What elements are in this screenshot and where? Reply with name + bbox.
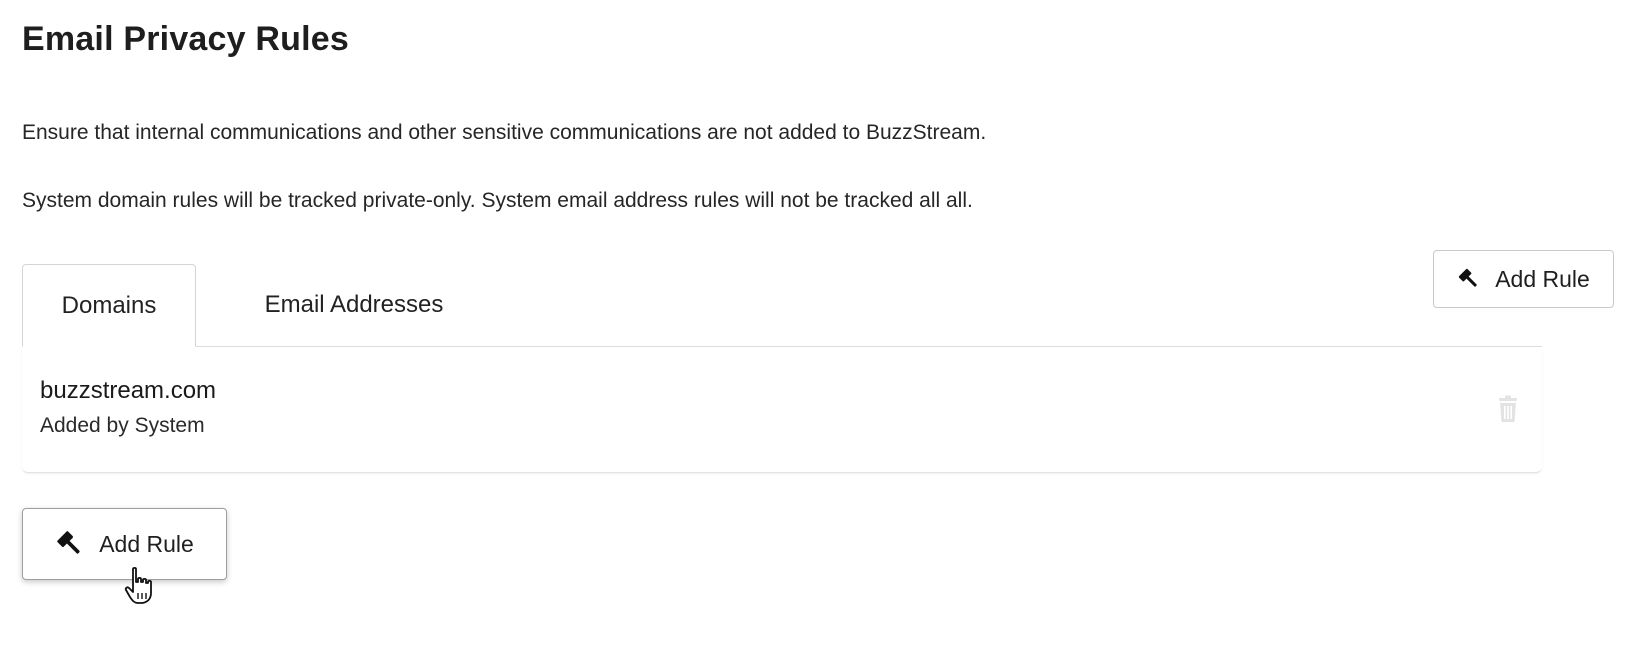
add-rule-label: Add Rule xyxy=(1495,265,1590,292)
add-rule-button-top[interactable]: Add Rule xyxy=(1433,250,1614,308)
tab-email-addresses[interactable]: Email Addresses xyxy=(228,264,480,345)
gavel-icon xyxy=(55,529,85,559)
rule-domain: buzzstream.com xyxy=(40,377,217,404)
list-item: buzzstream.com Added by System xyxy=(22,347,1542,473)
add-rule-label: Add Rule xyxy=(99,530,194,557)
rule-added-by: Added by System xyxy=(40,414,205,437)
email-privacy-rules-page: Email Privacy Rules Ensure that internal… xyxy=(0,0,1650,656)
page-title: Email Privacy Rules xyxy=(22,20,349,58)
tab-domains[interactable]: Domains xyxy=(22,264,196,347)
gavel-icon xyxy=(1457,267,1481,291)
trash-icon[interactable] xyxy=(1496,395,1520,428)
hand-pointer-cursor-icon xyxy=(124,566,158,611)
description-internal-communications: Ensure that internal communications and … xyxy=(22,121,987,144)
description-system-rules: System domain rules will be tracked priv… xyxy=(22,189,973,212)
tab-bar: Domains Email Addresses xyxy=(22,264,1542,347)
